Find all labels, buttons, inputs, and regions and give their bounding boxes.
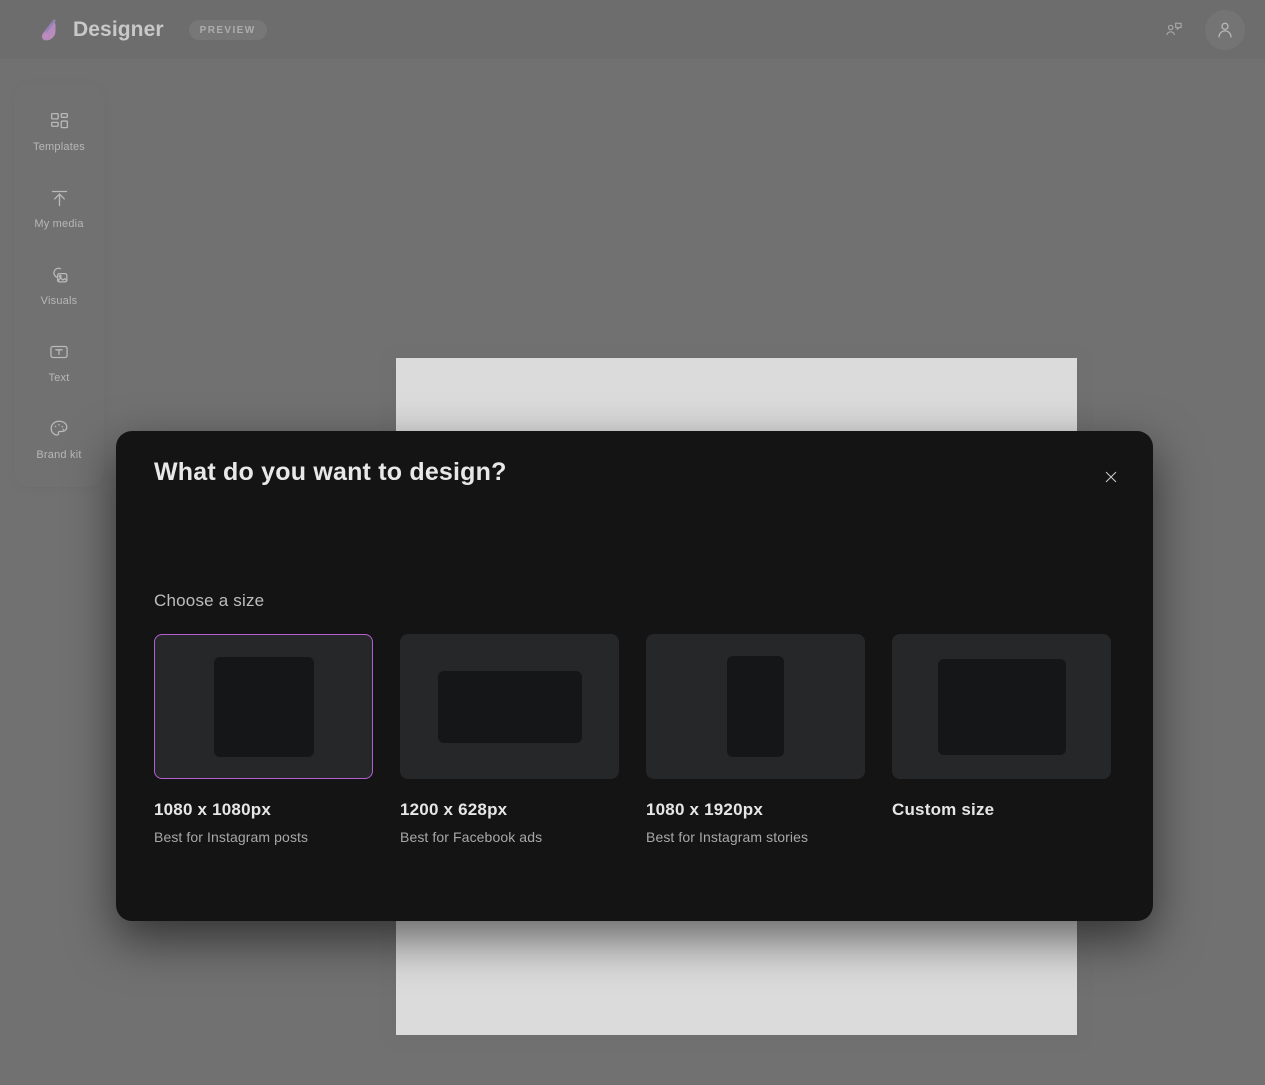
size-option-custom[interactable]: Custom size — [892, 634, 1111, 846]
size-thumbnail — [646, 634, 865, 779]
thumbnail-shape — [727, 656, 784, 757]
design-size-dialog: What do you want to design? Choose a siz… — [116, 431, 1153, 921]
choose-a-size-label: Choose a size — [154, 591, 265, 610]
size-thumbnail — [400, 634, 619, 779]
dialog-title: What do you want to design? — [154, 458, 507, 486]
size-thumbnail — [892, 634, 1111, 779]
size-option-1080x1920[interactable]: 1080 x 1920px Best for Instagram stories — [646, 634, 865, 846]
size-option-1200x628[interactable]: 1200 x 628px Best for Facebook ads — [400, 634, 619, 846]
size-subtitle — [892, 829, 1111, 846]
size-option-1080x1080[interactable]: 1080 x 1080px Best for Instagram posts — [154, 634, 373, 846]
close-icon[interactable] — [1097, 463, 1125, 491]
size-thumbnail — [154, 634, 373, 779]
size-subtitle: Best for Instagram stories — [646, 829, 809, 845]
size-title: 1080 x 1080px — [154, 800, 271, 819]
size-title: 1200 x 628px — [400, 800, 508, 819]
size-title: Custom size — [892, 800, 995, 819]
size-title: 1080 x 1920px — [646, 800, 763, 819]
thumbnail-shape — [213, 656, 314, 757]
size-subtitle: Best for Facebook ads — [400, 829, 543, 845]
thumbnail-shape — [937, 658, 1066, 755]
size-options-grid: 1080 x 1080px Best for Instagram posts 1… — [154, 634, 1115, 846]
designer-app: Designer PREVIEW — [0, 0, 1265, 1085]
size-subtitle: Best for Instagram posts — [154, 829, 309, 845]
thumbnail-shape — [437, 670, 582, 743]
